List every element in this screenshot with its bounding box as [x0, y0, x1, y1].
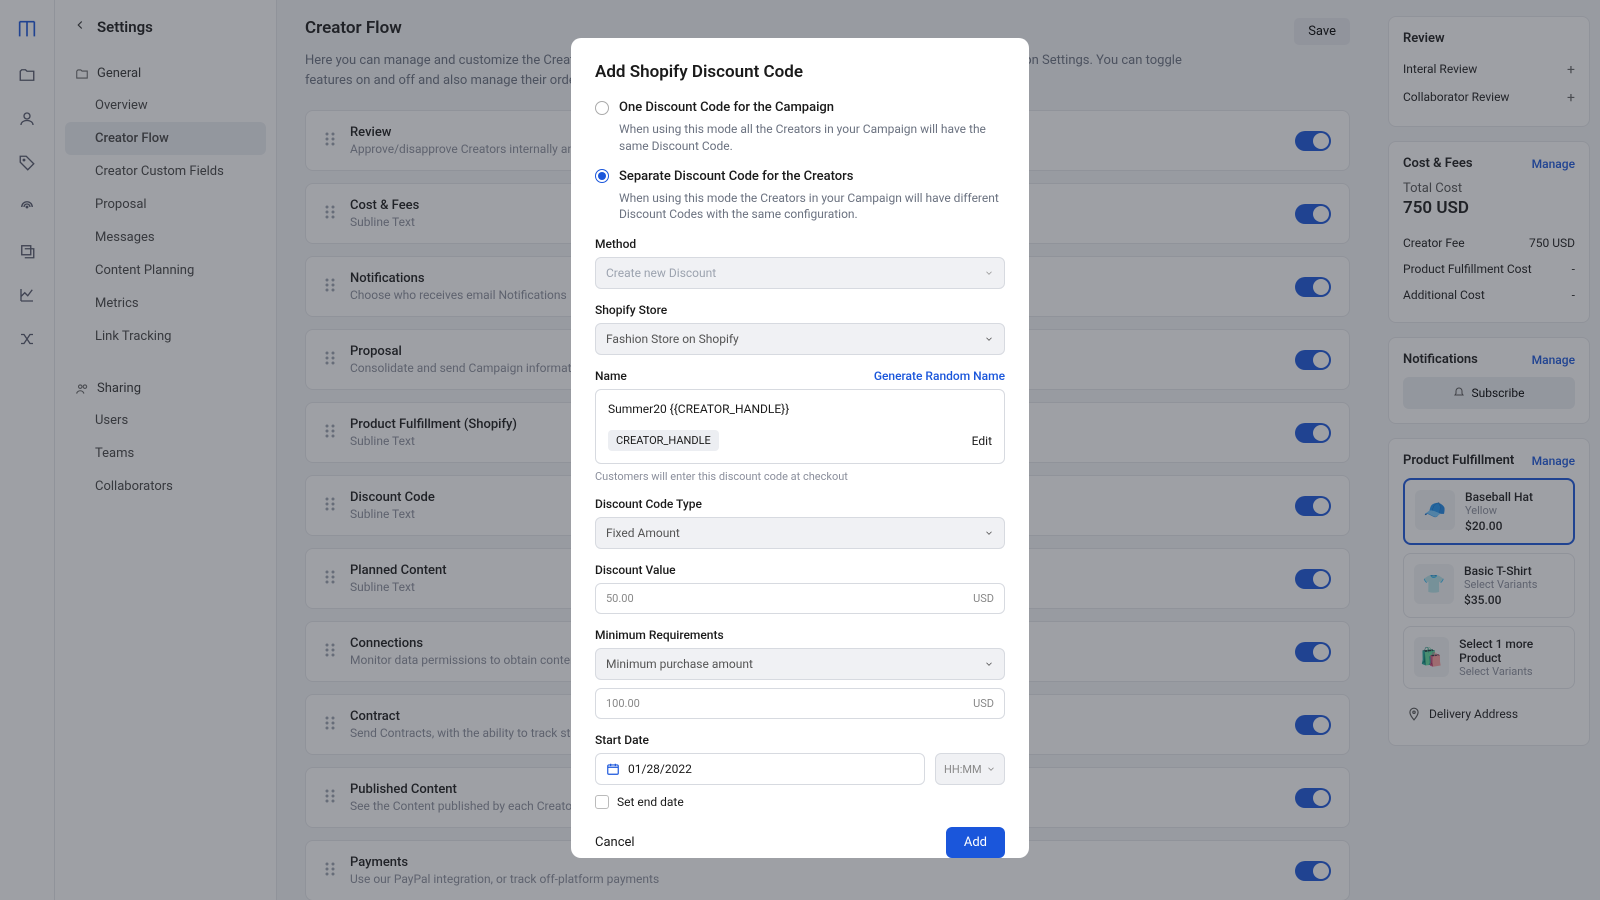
cancel-button[interactable]: Cancel	[595, 835, 635, 850]
start-time-input[interactable]: HH:MM	[935, 753, 1005, 785]
method-select[interactable]: Create new Discount	[595, 257, 1005, 289]
chevron-down-icon	[984, 528, 994, 538]
modal-overlay: Add Shopify Discount Code One Discount C…	[0, 0, 1600, 900]
modal-title: Add Shopify Discount Code	[595, 62, 1005, 82]
minreq-select[interactable]: Minimum purchase amount	[595, 648, 1005, 680]
end-date-checkbox[interactable]: Set end date	[595, 795, 1005, 809]
store-select[interactable]: Fashion Store on Shopify	[595, 323, 1005, 355]
chevron-down-icon	[984, 659, 994, 669]
add-button[interactable]: Add	[946, 827, 1005, 858]
discount-modal: Add Shopify Discount Code One Discount C…	[571, 38, 1029, 858]
name-value: Summer20 {{CREATOR_HANDLE}}	[608, 402, 992, 416]
name-hint: Customers will enter this discount code …	[595, 470, 1005, 483]
chevron-down-icon	[986, 764, 996, 774]
dval-label: Discount Value	[595, 563, 1005, 577]
type-label: Discount Code Type	[595, 497, 1005, 511]
start-label: Start Date	[595, 733, 1005, 747]
type-select[interactable]: Fixed Amount	[595, 517, 1005, 549]
minreq-amount-input[interactable]: 100.00USD	[595, 688, 1005, 719]
chevron-down-icon	[984, 334, 994, 344]
minreq-label: Minimum Requirements	[595, 628, 1005, 642]
calendar-icon	[606, 762, 620, 776]
discount-value-input[interactable]: 50.00USD	[595, 583, 1005, 614]
creator-handle-tag: CREATOR_HANDLE	[608, 430, 719, 451]
radio-separate-code[interactable]: Separate Discount Code for the Creators	[595, 169, 1005, 184]
name-label: Name	[595, 369, 627, 383]
store-label: Shopify Store	[595, 303, 1005, 317]
edit-link[interactable]: Edit	[972, 434, 992, 448]
start-date-input[interactable]: 01/28/2022	[595, 753, 925, 785]
chevron-down-icon	[984, 268, 994, 278]
radio-one-code[interactable]: One Discount Code for the Campaign	[595, 100, 1005, 115]
name-input-box[interactable]: Summer20 {{CREATOR_HANDLE}} CREATOR_HAND…	[595, 389, 1005, 464]
method-label: Method	[595, 237, 1005, 251]
generate-name-link[interactable]: Generate Random Name	[874, 369, 1005, 383]
